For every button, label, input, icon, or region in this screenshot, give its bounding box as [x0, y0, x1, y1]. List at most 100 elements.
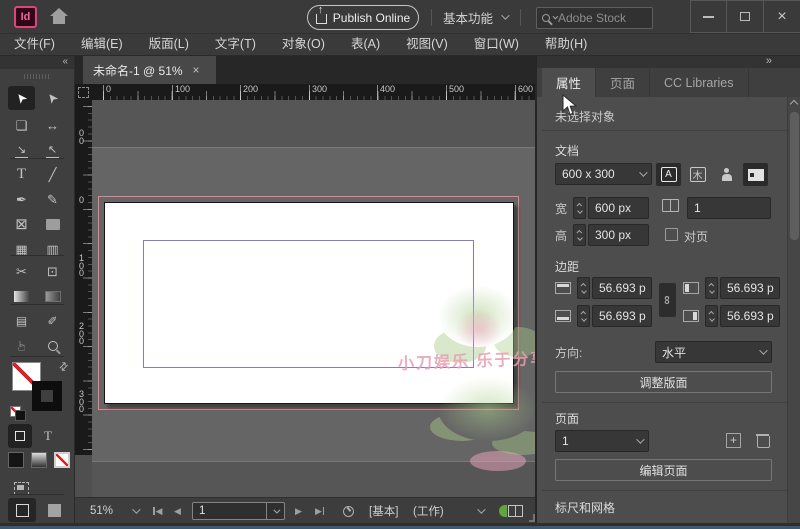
toolbar-collapse-button[interactable]: « — [0, 56, 74, 69]
tab-cc-libraries[interactable]: CC Libraries — [650, 68, 748, 97]
content-collector-tool[interactable]: ↘ — [8, 139, 35, 163]
width-field[interactable]: 600 px — [588, 197, 649, 219]
orientation-portrait-button[interactable] — [714, 163, 739, 186]
zoom-tool[interactable] — [39, 334, 66, 358]
apply-gradient-button[interactable] — [31, 448, 47, 472]
hand-tool[interactable]: ☞ — [8, 334, 35, 358]
content-placer-tool[interactable]: ↖ — [39, 139, 66, 163]
zoom-dropdown-button[interactable] — [132, 498, 138, 524]
scrollbar-thumb[interactable] — [790, 112, 799, 240]
last-page-button[interactable]: ▶ — [315, 498, 324, 524]
delete-page-button[interactable] — [757, 433, 769, 448]
menu-item[interactable]: 视图(V) — [393, 34, 461, 55]
ruler-origin-control[interactable] — [75, 84, 92, 100]
line-tool[interactable]: ╱ — [39, 162, 66, 186]
margin-top-stepper[interactable] — [577, 277, 590, 299]
margin-right-stepper[interactable] — [705, 305, 718, 327]
current-page-dropdown[interactable]: 1 — [555, 430, 649, 452]
margin-bottom-field[interactable]: 56.693 p — [592, 305, 652, 327]
adobe-stock-search[interactable] — [536, 7, 653, 29]
link-margins-toggle[interactable]: ∞ — [659, 283, 676, 317]
gpu-performance-indicator[interactable] — [499, 498, 523, 524]
formatting-affects-container-button[interactable] — [8, 424, 32, 448]
menu-item[interactable]: 版面(L) — [136, 34, 202, 55]
scissors-tool[interactable]: ✂ — [8, 259, 35, 283]
orientation-landscape-button[interactable] — [743, 163, 768, 186]
horizontal-ruler[interactable]: 0100200300400500600 — [92, 84, 535, 100]
margin-left-field[interactable]: 56.693 p — [720, 277, 780, 299]
tab-close-icon[interactable]: × — [193, 63, 200, 77]
rectangle-tool[interactable] — [39, 212, 66, 236]
formatting-affects-text-button[interactable]: T — [36, 424, 60, 448]
next-page-button[interactable]: ▶ — [295, 498, 302, 524]
pasteboard-canvas[interactable]: 小刀娱乐 乐于分享 — [92, 100, 535, 497]
add-page-button[interactable]: + — [726, 433, 741, 448]
gap-tool[interactable]: ↔ — [39, 113, 66, 137]
margin-bottom-stepper[interactable] — [577, 305, 590, 327]
swap-fill-stroke-icon[interactable]: ⇄ — [56, 359, 72, 375]
document-tab[interactable]: 未命名-1 @ 51% × — [83, 56, 216, 84]
panel-collapse-button[interactable]: » — [537, 56, 800, 68]
eyedropper-tool[interactable]: ✐ — [39, 309, 66, 333]
pen-tool[interactable]: ✒ — [8, 187, 35, 211]
margin-right-field[interactable]: 56.693 p — [720, 305, 780, 327]
direct-selection-tool[interactable]: ➤ — [39, 86, 66, 110]
menu-item[interactable]: 文件(F) — [1, 34, 68, 55]
menu-item[interactable]: 对象(O) — [269, 34, 338, 55]
tab-properties[interactable]: 属性 — [542, 68, 596, 97]
minimize-button[interactable] — [690, 0, 727, 33]
page-dropdown-button[interactable] — [266, 503, 284, 519]
scroll-up-icon[interactable] — [790, 100, 798, 108]
selection-tool[interactable]: ➤ — [8, 86, 35, 110]
default-fill-stroke-icon[interactable] — [10, 406, 26, 420]
menu-item[interactable]: 窗口(W) — [461, 34, 532, 55]
workspace-switcher[interactable]: 基本功能 — [443, 8, 507, 26]
horizontal-grid-tool[interactable]: ▦ — [8, 237, 35, 261]
stroke-swatch[interactable] — [32, 381, 62, 411]
screen-mode-normal-button[interactable] — [8, 498, 36, 522]
height-field[interactable]: 300 px — [588, 224, 649, 246]
menu-item[interactable]: 表(A) — [338, 34, 393, 55]
tab-pages[interactable]: 页面 — [596, 68, 650, 97]
writing-direction-horizontal-button[interactable]: A — [656, 163, 681, 186]
vertical-ruler[interactable]: 0 001 0 02 0 03 0 0 — [75, 100, 92, 455]
menu-item[interactable]: 文字(T) — [202, 34, 269, 55]
preflight-indicator[interactable] — [343, 498, 354, 524]
type-tool[interactable]: T — [8, 162, 35, 186]
pencil-tool[interactable]: ✎ — [39, 187, 66, 211]
home-button[interactable] — [48, 7, 70, 27]
resize-grip[interactable] — [525, 512, 533, 520]
note-tool[interactable]: ▤ — [8, 309, 35, 333]
height-stepper[interactable] — [573, 224, 586, 246]
menu-item[interactable]: 帮助(H) — [532, 34, 600, 55]
writing-direction-vertical-button[interactable]: 木 — [685, 163, 710, 186]
edit-pages-button[interactable]: 编辑页面 — [555, 459, 772, 481]
adjust-layout-button[interactable]: 调整版面 — [555, 371, 772, 393]
frame-tool[interactable]: ⊠ — [8, 212, 35, 236]
page-number-field[interactable]: 1 — [192, 502, 285, 520]
apply-none-button[interactable] — [54, 448, 70, 472]
toolbar-grip[interactable] — [24, 74, 50, 79]
width-stepper[interactable] — [573, 197, 586, 219]
margin-left-stepper[interactable] — [705, 277, 718, 299]
page-tool[interactable]: ❏ — [8, 113, 35, 137]
margin-top-field[interactable]: 56.693 p — [592, 277, 652, 299]
search-input[interactable] — [558, 11, 647, 25]
facing-pages-checkbox[interactable] — [665, 228, 678, 241]
previous-page-button[interactable]: ◀ — [174, 498, 181, 524]
apply-color-button[interactable] — [8, 448, 24, 472]
panel-scrollbar[interactable] — [787, 97, 800, 523]
screen-mode-preview-button[interactable] — [40, 498, 68, 522]
direction-dropdown[interactable]: 水平 — [655, 341, 772, 363]
menu-item[interactable]: 编辑(E) — [68, 34, 136, 55]
view-options-button[interactable] — [8, 476, 35, 500]
page-count-field[interactable]: 1 — [687, 197, 771, 219]
maximize-button[interactable] — [727, 0, 764, 33]
page-size-dropdown[interactable]: 600 x 300 — [555, 163, 652, 185]
publish-online-button[interactable]: Publish Online — [307, 5, 419, 30]
first-page-button[interactable]: ◀ — [153, 498, 162, 524]
close-button[interactable]: × — [764, 0, 800, 33]
vertical-grid-tool[interactable]: ▥ — [39, 237, 66, 261]
free-transform-tool[interactable]: ⊡ — [39, 259, 66, 283]
zoom-level[interactable]: 51% — [90, 498, 113, 524]
